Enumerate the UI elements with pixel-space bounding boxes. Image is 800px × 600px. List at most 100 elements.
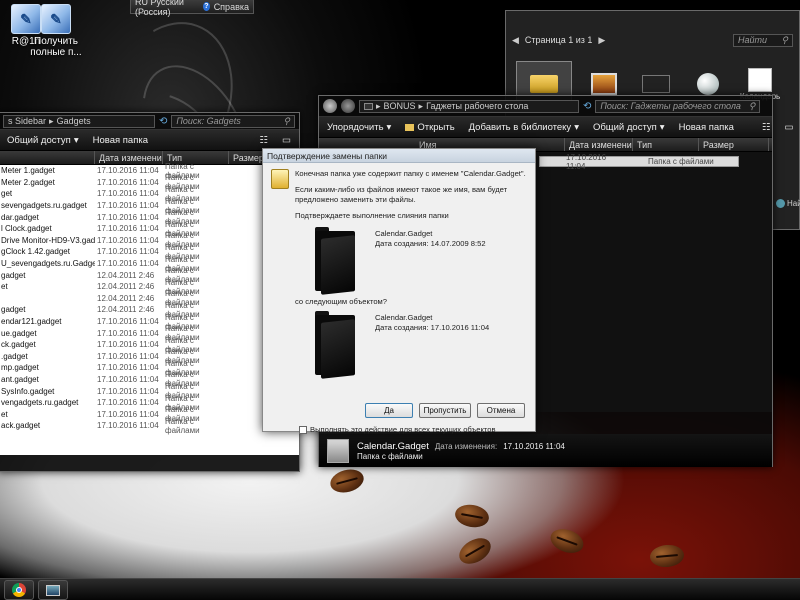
view-options-icon[interactable]: ☷ [762,122,771,133]
table-row[interactable]: get 17.10.2016 11:04 Папка с файлами [0,185,299,203]
table-row[interactable]: sevengadgets.ru.gadget 17.10.2016 11:04 Па… [0,197,299,215]
yes-button[interactable]: Да [365,403,413,418]
details-date-label: Дата изменения: [434,441,498,451]
gallery-page-label: Страница 1 из 1 [524,35,593,45]
help-icon: ? [203,2,210,11]
table-row[interactable]: ue.gadget 17.10.2016 11:04 Папка с файлами [0,324,299,342]
table-row[interactable]: .gadget 17.10.2016 11:04 Папка с файлами [0,347,299,365]
table-row[interactable]: l Clock.gadget 17.10.2016 11:04 Папка с фа… [0,220,299,238]
coffee-bean [453,502,491,530]
column-name[interactable] [0,151,95,164]
preview-pane-icon[interactable]: ▭ [784,122,793,133]
apply-all-checkbox[interactable]: Выполнять это действие для всех текущих … [299,425,496,435]
folder-thumbnail-icon [327,438,349,463]
language-indicator[interactable]: RU Русский (Россия) [135,0,199,17]
back-icon[interactable] [323,99,337,113]
refresh-icon[interactable]: ⟲ [583,101,591,112]
cell-name: vengadgets.ru.gadget [1,398,79,408]
dialog-title: Подтверждение замены папки [263,149,535,163]
file-list: Meter 1.gadget 17.10.2016 11:04 Папка с фа… [0,162,299,455]
address-field[interactable]: s Sidebar ▸ Gadgets [3,114,155,128]
new-folder-button[interactable]: Новая папка [679,122,734,133]
taskbar-explorer-button[interactable] [38,580,68,600]
table-row[interactable]: et 17.10.2016 11:04 Папка с файлами [0,405,299,423]
organize-menu[interactable]: Упорядочить ▾ [327,122,391,133]
existing-folder-info[interactable]: Calendar.Gadget Дата создания: 14.07.200… [271,227,527,295]
table-row[interactable]: et 12.04.2011 2:46 Папка с файлами [0,278,299,296]
cell-name: l Clock.gadget [1,224,52,234]
cell-date: 17.10.2016 11:04 [97,421,159,431]
table-row[interactable]: 17.10.2016 11:04 Папка с файлами [539,153,739,171]
gadget-pictures-icon [591,73,617,95]
gallery-next-icon[interactable]: ▶ [598,35,605,46]
cell-name: dar.gadget [1,212,39,222]
column-type[interactable]: Тип [633,138,699,151]
search-input[interactable]: Поиск: Гаджеты рабочего стола ⚲ [595,99,761,113]
table-row[interactable]: gadget 12.04.2011 2:46 Папка с файлами [0,266,299,284]
preview-pane-icon[interactable]: ▭ [282,135,291,146]
table-row[interactable]: Meter 1.gadget 17.10.2016 11:04 Папка с фа… [0,162,299,180]
forward-icon[interactable] [341,99,355,113]
search-input[interactable]: Поиск: Gadgets ⚲ [171,114,295,128]
address-field[interactable]: ▸ BONUS ▸ Гаджеты рабочего стола [359,99,579,113]
table-row[interactable]: ck.gadget 17.10.2016 11:04 Папка с файлами [0,336,299,354]
folder-warning-icon [271,169,289,189]
table-row[interactable]: SysInfo.gadget 17.10.2016 11:04 Папка с фа… [0,382,299,400]
taskbar-chrome-button[interactable] [4,580,34,600]
incoming-folder-info[interactable]: Calendar.Gadget Дата создания: 17.10.201… [271,311,527,379]
incoming-folder-created: Дата создания: 17.10.2016 11:04 [375,323,490,332]
cell-name: endar121.gadget [1,317,62,327]
table-row[interactable]: Meter 2.gadget 17.10.2016 11:04 Папка с фа… [0,173,299,191]
desktop-icon-get-gadgets[interactable]: ✎ Получить полные п... [28,4,84,58]
cell-name: et [1,409,8,419]
refresh-icon[interactable]: ⟲ [159,116,167,127]
language-bar[interactable]: RU Русский (Россия) ? Справка [130,0,254,17]
table-row[interactable]: Drive Monitor-HD9-V3.gadget17.10.2016 11… [0,231,299,249]
cell-date: 12.04.2011 2:46 [97,270,155,280]
table-row[interactable]: mp.gadget 17.10.2016 11:04 Папка с файлами [0,359,299,377]
table-row[interactable]: gadget 12.04.2011 2:46 Папка с файлами [0,301,299,319]
cancel-button[interactable]: Отмена [477,403,525,418]
chevron-down-icon: ▾ [659,121,665,133]
cell-date: 17.10.2016 11:04 [97,177,159,187]
new-folder-button[interactable]: Новая папка [93,135,148,146]
add-to-library-menu[interactable]: Добавить в библиотеку ▾ [469,122,579,133]
column-size[interactable]: Размер [699,138,769,151]
gallery-side-button[interactable]: Найт [776,199,800,208]
table-row[interactable]: ant.gadget 17.10.2016 11:04 Папка с файлам… [0,370,299,388]
chevron-right-icon: ▸ [418,100,424,111]
cell-name: Meter 2.gadget [1,177,55,187]
folder-open-icon [405,123,415,131]
table-row[interactable]: 12.04.2011 2:46 Папка с файлами [0,289,299,307]
checkbox-box[interactable] [299,426,307,434]
table-row[interactable]: endar121.gadget 17.10.2016 11:04 Папка с ф… [0,313,299,331]
table-row[interactable]: gClock 1.42.gadget 17.10.2016 11:04 Папка … [0,243,299,261]
gadget-card-icon [530,75,558,93]
cell-name: ue.gadget [1,328,37,338]
share-menu[interactable]: Общий доступ ▾ [7,135,79,146]
folder-icon [315,311,357,379]
cell-date: 17.10.2016 11:04 [97,166,159,176]
table-row[interactable]: vengadgets.ru.gadget 17.10.2016 11:04 Папк… [0,394,299,412]
gallery-search-input[interactable]: Найти ⚲ [733,33,793,47]
table-row[interactable]: U_sevengadgets.ru.Gadget 17.10.2016 11:04… [0,255,299,273]
cell-date: 17.10.2016 11:04 [97,235,159,245]
gallery-prev-icon[interactable]: ◀ [512,35,519,46]
table-row[interactable]: ack.gadget 17.10.2016 11:04 Папка с файлам… [0,417,299,435]
cell-date: 12.04.2011 2:46 [97,305,155,315]
view-options-icon[interactable]: ☷ [259,135,268,146]
cell-name: gadget [1,270,26,280]
share-menu[interactable]: Общий доступ ▾ [593,122,665,133]
search-icon: ⚲ [283,115,290,126]
open-button[interactable]: Открыть [405,122,455,133]
details-date: 17.10.2016 11:04 [503,441,565,451]
apply-all-label: Выполнять это действие для всех текущих … [310,425,496,434]
chevron-right-icon: ▸ [49,115,54,126]
column-date[interactable]: Дата изменения [95,151,163,164]
column-date[interactable]: Дата изменения [565,138,633,151]
chevron-down-icon: ▾ [73,134,79,146]
help-link[interactable]: Справка [214,2,249,12]
skip-button[interactable]: Пропустить [419,403,471,418]
cell-name: U_sevengadgets.ru.Gadget [1,259,95,269]
table-row[interactable]: dar.gadget 17.10.2016 11:04 Папка с файлам… [0,208,299,226]
